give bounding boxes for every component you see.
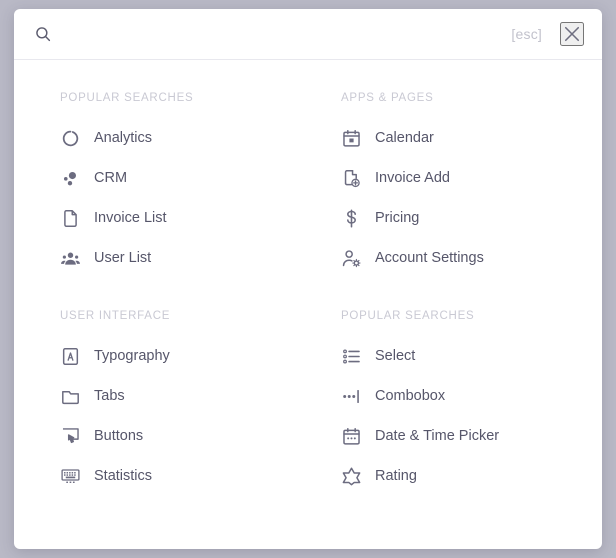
dots-caret-icon	[341, 386, 362, 407]
click-cursor-icon	[60, 426, 81, 447]
folder-tab-icon	[60, 386, 81, 407]
dollar-sign-icon	[341, 208, 362, 229]
result-item[interactable]: Invoice Add	[341, 158, 602, 198]
result-item[interactable]: Calendar	[341, 118, 602, 158]
search-icon	[34, 25, 52, 43]
esc-hint: [esc]	[511, 26, 542, 42]
section-title: USER INTERFACE	[60, 310, 171, 322]
section-title: POPULAR SEARCHES	[60, 92, 194, 104]
result-item[interactable]: Analytics	[60, 118, 308, 158]
result-item[interactable]: Typography	[60, 336, 308, 376]
document-icon	[60, 208, 81, 229]
result-item-label: Calendar	[375, 130, 434, 146]
users-group-icon	[60, 248, 81, 269]
search-input[interactable]	[67, 20, 512, 48]
result-item-label: Date & Time Picker	[375, 428, 500, 444]
result-item-label: Pricing	[375, 210, 420, 226]
search-results: POPULAR SEARCHES Analytics CRM Invoice List…	[14, 60, 602, 496]
search-bar: [esc]	[14, 9, 602, 60]
results-section: APPS & PAGES Calendar Invoice Add Pricing Ac…	[341, 92, 602, 278]
bubble-chart-icon	[60, 168, 81, 189]
result-item[interactable]: CRM	[60, 158, 308, 198]
results-column-right: APPS & PAGES Calendar Invoice Add Pricing Ac…	[308, 92, 602, 496]
result-item[interactable]: Rating	[341, 456, 602, 496]
search-dialog: [esc] POPULAR SEARCHES Analytics CRM Invoic…	[14, 9, 602, 549]
result-item[interactable]: Tabs	[60, 376, 308, 416]
results-column-left: POPULAR SEARCHES Analytics CRM Invoice List…	[14, 92, 308, 496]
result-item-label: Select	[375, 348, 416, 364]
calendar-dots-icon	[341, 426, 362, 447]
letter-a-box-icon	[60, 346, 81, 367]
result-item-label: Tabs	[94, 388, 125, 404]
keyboard-icon	[60, 466, 81, 487]
results-section: POPULAR SEARCHES Analytics CRM Invoice List…	[60, 92, 308, 278]
result-item[interactable]: Date & Time Picker	[341, 416, 602, 456]
section-title: POPULAR SEARCHES	[341, 310, 475, 322]
result-item[interactable]: User List	[60, 238, 308, 278]
result-item[interactable]: Buttons	[60, 416, 308, 456]
result-item[interactable]: Account Settings	[341, 238, 602, 278]
result-item[interactable]: Combobox	[341, 376, 602, 416]
result-item-label: Invoice List	[94, 210, 167, 226]
result-item[interactable]: Pricing	[341, 198, 602, 238]
list-select-icon	[341, 346, 362, 367]
document-plus-icon	[341, 168, 362, 189]
user-gear-icon	[341, 248, 362, 269]
result-item-label: Account Settings	[375, 250, 484, 266]
result-item[interactable]: Invoice List	[60, 198, 308, 238]
result-item-label: CRM	[94, 170, 128, 186]
result-item-label: Analytics	[94, 130, 153, 146]
star-outline-icon	[341, 466, 362, 487]
calendar-icon	[341, 128, 362, 149]
results-section: POPULAR SEARCHES Select Combobox Date & Tim…	[341, 310, 602, 496]
result-item-label: Invoice Add	[375, 170, 450, 186]
close-button[interactable]	[560, 22, 584, 46]
result-item-label: Typography	[94, 348, 170, 364]
result-item-label: Rating	[375, 468, 417, 484]
result-item[interactable]: Statistics	[60, 456, 308, 496]
section-title: APPS & PAGES	[341, 92, 434, 104]
donut-chart-icon	[60, 128, 81, 149]
result-item-label: Buttons	[94, 428, 144, 444]
result-item[interactable]: Select	[341, 336, 602, 376]
results-section: USER INTERFACE Typography Tabs Buttons Stati…	[60, 310, 308, 496]
result-item-label: User List	[94, 250, 152, 266]
result-item-label: Combobox	[375, 388, 446, 404]
result-item-label: Statistics	[94, 468, 153, 484]
